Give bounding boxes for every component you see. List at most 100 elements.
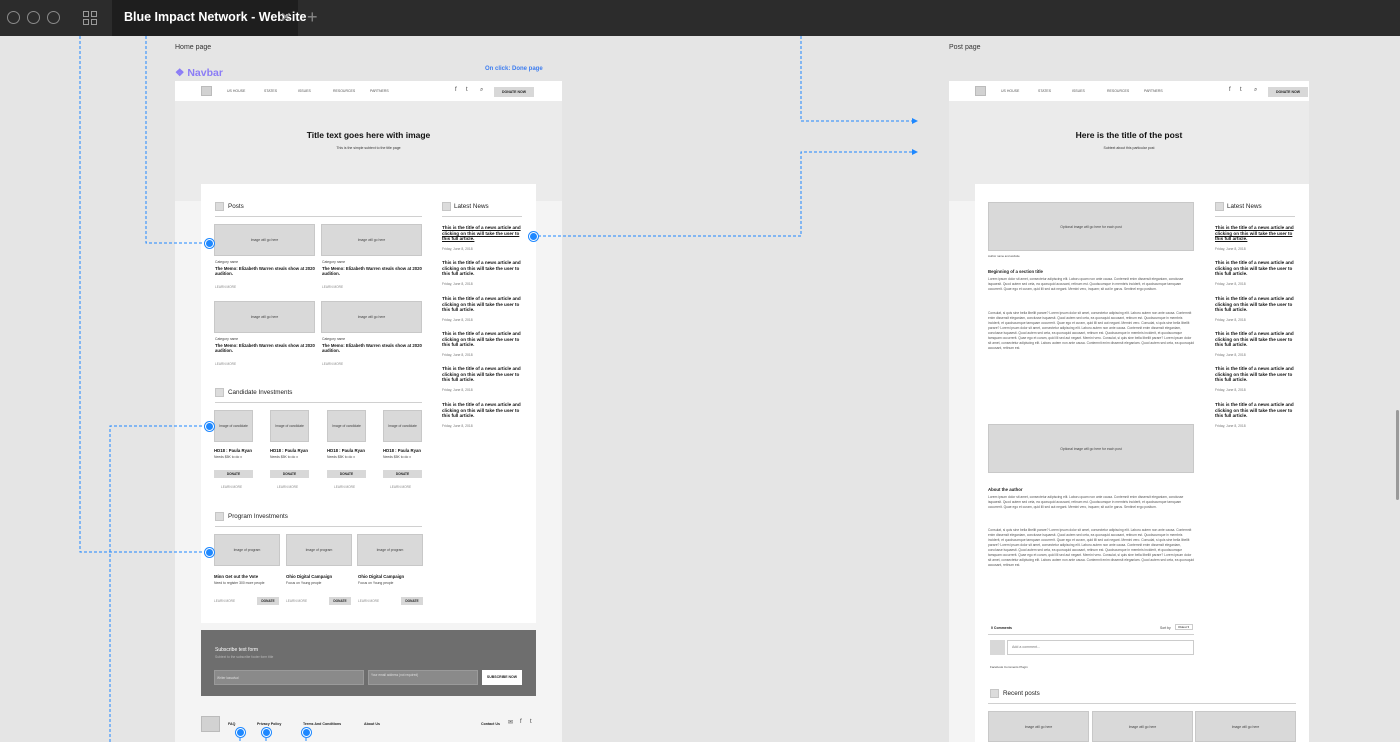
facebook-icon[interactable]: f	[520, 719, 522, 725]
candidate-image[interactable]: Image of candidate	[214, 410, 253, 442]
post-title[interactable]: The Memo: Elizabeth Warren steals show a…	[215, 343, 315, 354]
program-name[interactable]: Ohio Digital Campaign	[286, 574, 332, 579]
footer-link-terms[interactable]: Terms And Conditions	[303, 722, 341, 726]
candidate-image[interactable]: Image of candidate	[270, 410, 309, 442]
candidate-donate-button[interactable]: DONATE	[383, 470, 422, 478]
interaction-hotspot[interactable]	[262, 728, 271, 737]
recent-post-image[interactable]: Image will go here	[988, 711, 1089, 742]
candidate-donate-button[interactable]: DONATE	[270, 470, 309, 478]
program-donate-button[interactable]: DONATE	[329, 597, 351, 605]
nav-issues[interactable]: ISSUES	[298, 89, 311, 93]
sort-dropdown[interactable]: Oldest ▾	[1175, 624, 1193, 630]
post-learn-more[interactable]: LEARN MORE	[322, 362, 343, 366]
news-title[interactable]: This is the title of a news article and …	[442, 296, 522, 313]
candidate-learn-more[interactable]: LEARN MORE	[221, 485, 242, 489]
news-title[interactable]: This is the title of a news article and …	[442, 331, 522, 348]
search-icon[interactable]: ⌕	[1254, 87, 1257, 94]
post-title[interactable]: The Memo: Elizabeth Warren steals show a…	[322, 343, 422, 354]
interaction-hotspot[interactable]	[236, 728, 245, 737]
nav-issues[interactable]: ISSUES	[1072, 89, 1085, 93]
news-title[interactable]: This is the title of a news article and …	[442, 402, 522, 419]
window-minimize-icon[interactable]	[27, 11, 40, 24]
news-title[interactable]: This is the title of a news article and …	[1215, 260, 1295, 277]
recent-post-image[interactable]: Image will go here	[1092, 711, 1193, 742]
news-title[interactable]: This is the title of a news article and …	[1215, 331, 1295, 348]
post-image[interactable]: Optional image will go here for each pos…	[988, 424, 1194, 473]
nav-partners[interactable]: PARTNERS	[1144, 89, 1163, 93]
post-learn-more[interactable]: LEARN MORE	[215, 362, 236, 366]
facebook-icon[interactable]: f	[1229, 87, 1231, 93]
footer-link-about[interactable]: About Us	[364, 722, 380, 726]
candidate-image[interactable]: Image of candidate	[327, 410, 366, 442]
footer-link-faq[interactable]: FAQ	[228, 722, 235, 726]
subscribe-name-input[interactable]: Writer lassalval	[214, 670, 364, 685]
candidate-donate-button[interactable]: DONATE	[214, 470, 253, 478]
post-image[interactable]: Image will go here	[214, 301, 315, 333]
program-name[interactable]: Minn Get out the Vote	[214, 574, 258, 579]
candidate-donate-button[interactable]: DONATE	[327, 470, 366, 478]
candidate-name[interactable]: HD18 : Paula Ryan	[214, 448, 252, 453]
close-tab-icon[interactable]: ✕	[280, 9, 292, 26]
nav-states[interactable]: STATES	[1038, 89, 1051, 93]
interaction-hotspot[interactable]	[205, 548, 214, 557]
news-title[interactable]: This is the title of a news article and …	[442, 260, 522, 277]
candidate-name[interactable]: HD18 : Paula Ryan	[327, 448, 365, 453]
nav-resources[interactable]: RESOURCES	[333, 89, 355, 93]
candidate-learn-more[interactable]: LEARN MORE	[390, 485, 411, 489]
home-navbar[interactable]: US HOUSE STATES ISSUES RESOURCES PARTNER…	[175, 81, 562, 101]
program-image[interactable]: Image of program	[286, 534, 352, 566]
canvas-scrollbar[interactable]	[1396, 410, 1399, 500]
post-image[interactable]: Image will go here	[321, 301, 422, 333]
facebook-icon[interactable]: f	[455, 87, 457, 93]
program-learn-more[interactable]: LEARN MORE	[286, 599, 307, 603]
twitter-icon[interactable]: t	[530, 719, 532, 725]
news-title[interactable]: This is the title of a news article and …	[1215, 225, 1295, 242]
interaction-hotspot[interactable]	[302, 728, 311, 737]
footer-link-privacy[interactable]: Privacy Policy	[257, 722, 281, 726]
twitter-icon[interactable]: t	[1240, 87, 1242, 93]
program-name[interactable]: Ohio Digital Campaign	[358, 574, 404, 579]
post-category[interactable]: Category name	[322, 260, 345, 264]
twitter-icon[interactable]: t	[466, 87, 468, 93]
search-icon[interactable]: ⌕	[480, 87, 483, 94]
interaction-hotspot[interactable]	[205, 422, 214, 431]
frame-label-home[interactable]: Home page	[175, 44, 211, 51]
post-title[interactable]: The Memo: Elizabeth Warren steals show a…	[215, 266, 315, 277]
post-learn-more[interactable]: LEARN MORE	[322, 285, 343, 289]
post-learn-more[interactable]: LEARN MORE	[215, 285, 236, 289]
frame-label-post[interactable]: Post page	[949, 44, 981, 51]
donate-now-button[interactable]: DONATE NOW	[494, 87, 534, 97]
candidate-learn-more[interactable]: LEARN MORE	[334, 485, 355, 489]
program-donate-button[interactable]: DONATE	[401, 597, 423, 605]
candidate-name[interactable]: HD18 : Paula Ryan	[270, 448, 308, 453]
post-title[interactable]: The Memo: Elizabeth Warren steals show a…	[322, 266, 422, 277]
site-logo[interactable]	[201, 86, 212, 96]
window-close-icon[interactable]	[7, 11, 20, 24]
navbar-component-label[interactable]: ❖ Navbar	[175, 67, 223, 79]
site-logo[interactable]	[975, 86, 986, 96]
comment-input[interactable]: Add a comment...	[1007, 640, 1194, 655]
candidate-learn-more[interactable]: LEARN MORE	[277, 485, 298, 489]
recent-post-image[interactable]: Image will go here	[1195, 711, 1296, 742]
add-tab-icon[interactable]: +	[307, 7, 318, 28]
mail-icon[interactable]: ✉	[508, 719, 513, 726]
home-frame[interactable]: US HOUSE STATES ISSUES RESOURCES PARTNER…	[175, 81, 562, 742]
nav-states[interactable]: STATES	[264, 89, 277, 93]
news-title[interactable]: This is the title of a news article and …	[442, 366, 522, 383]
program-learn-more[interactable]: LEARN MORE	[358, 599, 379, 603]
program-learn-more[interactable]: LEARN MORE	[214, 599, 235, 603]
footer-logo[interactable]	[201, 716, 220, 732]
post-navbar[interactable]: US HOUSE STATES ISSUES RESOURCES PARTNER…	[949, 81, 1309, 101]
nav-us-house[interactable]: US HOUSE	[227, 89, 245, 93]
post-category[interactable]: Category name	[322, 337, 345, 341]
news-title[interactable]: This is the title of a news article and …	[442, 225, 522, 242]
donate-now-button[interactable]: DONATE NOW	[1268, 87, 1308, 97]
interaction-hotspot[interactable]	[529, 232, 538, 241]
interaction-hotspot[interactable]	[205, 239, 214, 248]
post-image[interactable]: Optional image will go here for each pos…	[988, 202, 1194, 251]
nav-partners[interactable]: PARTNERS	[370, 89, 389, 93]
post-frame[interactable]: US HOUSE STATES ISSUES RESOURCES PARTNER…	[949, 81, 1309, 742]
window-maximize-icon[interactable]	[47, 11, 60, 24]
post-image[interactable]: Image will go here	[321, 224, 422, 256]
post-category[interactable]: Category name	[215, 337, 238, 341]
